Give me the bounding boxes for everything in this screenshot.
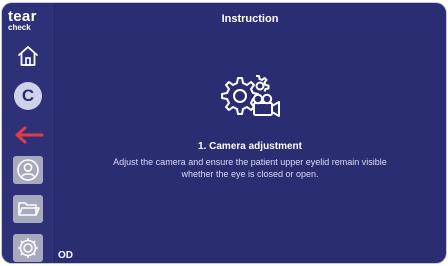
sidebar: tear check C [2, 3, 55, 263]
tearcheck-logo: tear check [8, 9, 48, 32]
eye-label: OD [58, 250, 73, 261]
step-description: Adjust the camera and ensure the patient… [62, 156, 438, 180]
step-description-line2: whether the eye is closed or open. [181, 169, 319, 179]
back-button[interactable] [14, 126, 44, 144]
page-title: Instruction [221, 13, 279, 25]
home-icon [18, 46, 38, 66]
camera-adjust-icon [216, 73, 282, 123]
settings-icon [18, 238, 38, 258]
app-window: tear check C Instruction 1. Camera adjus… [2, 3, 446, 263]
folder-icon [18, 202, 40, 216]
settings-button[interactable] [13, 234, 43, 262]
logo-line1: tear [8, 8, 37, 25]
patient-profile-button[interactable] [13, 156, 43, 184]
back-arrow-icon [15, 126, 44, 144]
folder-button[interactable] [13, 195, 43, 223]
profile-icon [17, 159, 39, 181]
c-mode-button[interactable]: C [14, 82, 42, 110]
step-title: 1. Camera adjustment [198, 141, 302, 152]
logo-line2: check [8, 23, 31, 32]
home-button[interactable] [16, 44, 40, 68]
step-description-line1: Adjust the camera and ensure the patient… [113, 157, 387, 167]
